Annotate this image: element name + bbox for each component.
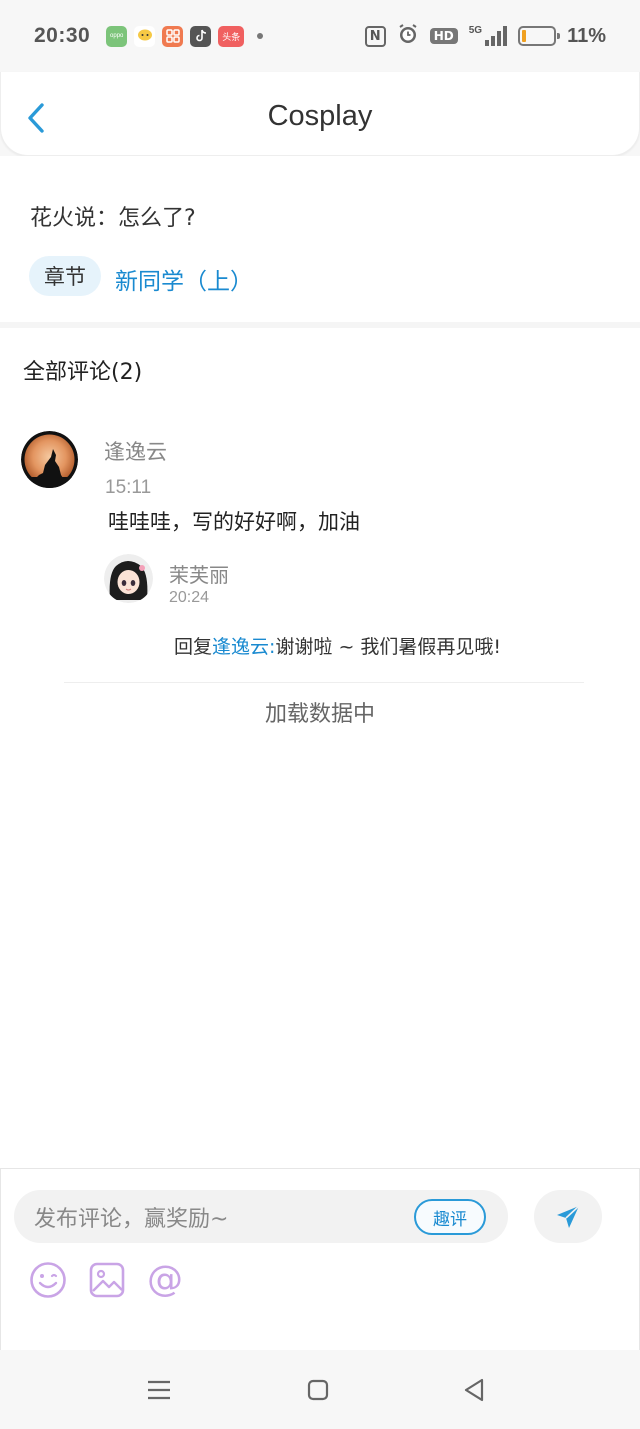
- status-bar: 20:30 oppo 头条 N HD 5G 11%: [0, 0, 640, 72]
- alarm-icon: [397, 23, 419, 49]
- send-icon: [557, 1204, 580, 1228]
- network-type: 5G: [468, 25, 483, 36]
- battery-percent: 11%: [567, 24, 606, 47]
- at-symbol: @: [147, 1259, 183, 1300]
- chapter-tag: 章节: [29, 256, 101, 296]
- quping-button[interactable]: 趣评: [414, 1199, 486, 1235]
- image-icon[interactable]: [87, 1260, 127, 1300]
- back-nav-button[interactable]: [454, 1372, 494, 1408]
- avatar[interactable]: [104, 554, 153, 603]
- status-time: 20:30: [34, 24, 91, 47]
- battery-icon: [518, 26, 561, 46]
- section-divider: [0, 322, 640, 328]
- reply-text-line: 回复逢逸云:谢谢啦 ~ 我们暑假再见哦!: [174, 632, 501, 659]
- page-title: Cosplay: [267, 100, 373, 132]
- at-icon[interactable]: @: [145, 1260, 185, 1300]
- divider: [64, 682, 584, 683]
- send-button[interactable]: [534, 1190, 602, 1243]
- top-app-bar: Cosplay: [0, 72, 640, 156]
- status-indicators: N HD 5G 11%: [364, 23, 606, 49]
- avatar[interactable]: [21, 431, 78, 488]
- menu-icon: [148, 1380, 170, 1400]
- more-notifications-dot: [257, 33, 264, 39]
- home-button[interactable]: [298, 1372, 338, 1408]
- signal-icon: 5G: [468, 25, 508, 46]
- status-app-icons: oppo 头条: [106, 25, 264, 47]
- system-navigation-bar: [0, 1350, 640, 1429]
- triangle-back-icon: [464, 1378, 484, 1402]
- toutiao-icon: 头条: [218, 25, 245, 47]
- reply-prefix: 回复: [174, 636, 213, 658]
- nfc-icon: N: [364, 25, 386, 47]
- tiktok-icon: [190, 25, 212, 47]
- chat-icon: [134, 25, 156, 47]
- oppo-icon: oppo: [106, 25, 128, 47]
- content-area: [0, 156, 640, 1168]
- hd-icon: HD: [429, 28, 458, 44]
- comment-time: 15:11: [105, 477, 152, 498]
- reply-target-user[interactable]: 逢逸云:: [212, 636, 275, 658]
- comment-author[interactable]: 逢逸云: [104, 436, 167, 466]
- menu-button[interactable]: [139, 1372, 179, 1408]
- chapter-link[interactable]: 新同学（上）: [115, 262, 253, 296]
- reply-time: 20:24: [169, 589, 210, 606]
- comment-input-placeholder: 发布评论，赢奖励~: [34, 1206, 229, 1232]
- app-icon: [162, 25, 184, 47]
- comments-heading: 全部评论(2): [23, 360, 143, 385]
- comment-text: 哇哇哇，写的好好啊，加油: [108, 510, 360, 534]
- home-square-icon: [307, 1379, 329, 1401]
- post-quote: 花火说：怎么了?: [30, 206, 196, 231]
- reply-text: 谢谢啦 ~ 我们暑假再见哦!: [275, 636, 502, 658]
- reply-author[interactable]: 茉芙丽: [169, 559, 229, 588]
- emoji-icon[interactable]: [28, 1260, 68, 1300]
- loading-indicator: 加载数据中: [264, 702, 375, 727]
